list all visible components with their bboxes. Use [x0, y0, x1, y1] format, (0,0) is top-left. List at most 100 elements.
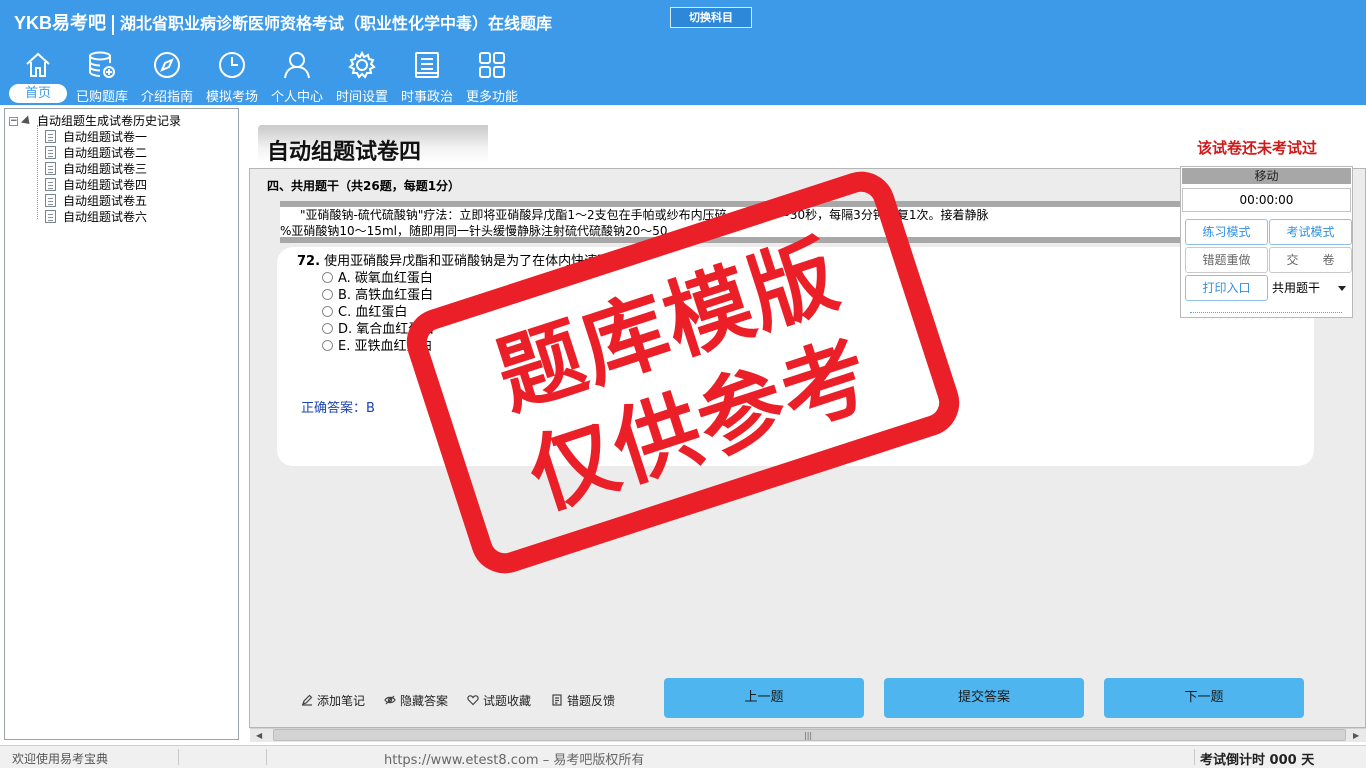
brand: YKB易考吧 湖北省职业病诊断医师资格考试（职业性化学中毒）在线题库: [14, 9, 552, 35]
heart-icon: [467, 695, 479, 706]
favorite-label: 试题收藏: [483, 694, 532, 708]
tree-item-label: 自动组题试卷三: [63, 162, 148, 176]
hide-answer-link[interactable]: 隐藏答案: [384, 692, 448, 709]
switch-subject-button[interactable]: 切换科目: [670, 7, 752, 28]
document-icon: [45, 210, 56, 223]
exam-timer: 00:00:00: [1182, 188, 1351, 212]
tree-item-label: 自动组题试卷六: [63, 210, 148, 224]
add-note-link[interactable]: 添加笔记: [301, 692, 365, 709]
status-copyright: https://www.etest8.com – 易考吧版权所有: [384, 753, 645, 768]
question-type-select[interactable]: 共用题干: [1269, 276, 1352, 300]
tree-item-paper-2[interactable]: 自动组题试卷二: [45, 144, 147, 160]
nav-guide[interactable]: 介绍指南: [136, 48, 198, 106]
feedback-label: 错题反馈: [567, 694, 616, 708]
tree-item-paper-1[interactable]: 自动组题试卷一: [45, 128, 147, 144]
nav-more-functions[interactable]: 更多功能: [461, 48, 523, 106]
question-type-value: 共用题干: [1272, 281, 1321, 295]
tree-collapse-icon[interactable]: −: [9, 117, 18, 126]
option-b[interactable]: B. 高铁血红蛋白: [322, 284, 433, 303]
eye-slash-icon: [384, 695, 396, 705]
document-icon: [45, 162, 56, 175]
prev-question-button[interactable]: 上一题: [664, 678, 864, 718]
add-note-label: 添加笔记: [317, 694, 366, 708]
redo-wrong-button[interactable]: 错题重做: [1185, 247, 1268, 273]
grid-icon: [479, 52, 505, 78]
radio-button[interactable]: [322, 289, 333, 300]
radio-button[interactable]: [322, 340, 333, 351]
status-bar: 欢迎使用易考宝典 https://www.etest8.com – 易考吧版权所…: [0, 745, 1366, 768]
favorite-link[interactable]: 试题收藏: [467, 692, 531, 709]
feedback-icon: [552, 694, 562, 706]
status-welcome: 欢迎使用易考宝典: [12, 752, 109, 766]
app-title: 湖北省职业病诊断医师资格考试（职业性化学中毒）在线题库: [120, 14, 553, 33]
nav-purchased-banks[interactable]: 已购题库: [71, 48, 133, 106]
tree-item-paper-5[interactable]: 自动组题试卷五: [45, 192, 147, 208]
radio-button[interactable]: [322, 272, 333, 283]
radio-button[interactable]: [322, 323, 333, 334]
status-divider: [266, 749, 267, 765]
scroll-right-icon[interactable]: ▶: [1353, 731, 1359, 740]
nav-personal-label: 个人中心: [270, 90, 323, 105]
submit-answer-button[interactable]: 提交答案: [884, 678, 1084, 718]
brand-divider: [112, 14, 115, 35]
gear-icon: [348, 50, 376, 79]
app-header: YKB易考吧 湖北省职业病诊断医师资格考试（职业性化学中毒）在线题库 切换科目 首…: [0, 0, 1366, 105]
tree-item-label: 自动组题试卷五: [63, 194, 148, 208]
nav-personal-center[interactable]: 个人中心: [266, 48, 328, 106]
section-heading: 四、共用题干（共26题，每题1分）: [267, 179, 461, 193]
nav-mock-exam[interactable]: 模拟考场: [201, 48, 263, 106]
tree-item-label: 自动组题试卷二: [63, 146, 148, 160]
hide-answer-label: 隐藏答案: [400, 694, 449, 708]
history-tree-panel: − 自动组题生成试卷历史记录 自动组题试卷一 自动组题试卷二 自动组题试卷三 自动…: [4, 108, 239, 740]
news-icon: [415, 52, 439, 78]
tree-item-paper-3[interactable]: 自动组题试卷三: [45, 160, 147, 176]
pencil-icon: [302, 694, 313, 706]
tree-item-label: 自动组题试卷一: [63, 130, 148, 144]
nav-current-affairs-label: 时事政治: [400, 90, 453, 105]
exam-mode-button[interactable]: 考试模式: [1269, 219, 1352, 245]
chevron-down-icon: [1338, 286, 1346, 291]
panel-move-handle[interactable]: 移动: [1182, 168, 1351, 184]
next-question-button[interactable]: 下一题: [1104, 678, 1304, 718]
feedback-link[interactable]: 错题反馈: [551, 692, 615, 709]
nav-current-affairs[interactable]: 时事政治: [396, 48, 458, 106]
clock-icon: [219, 52, 245, 78]
nav-time-settings-label: 时间设置: [335, 90, 388, 105]
home-icon: [26, 52, 50, 77]
tree-root[interactable]: − 自动组题生成试卷历史记录: [9, 112, 181, 129]
tree-item-label: 自动组题试卷四: [63, 178, 148, 192]
question-number: 72.: [297, 254, 321, 269]
tree-root-label: 自动组题生成试卷历史记录: [37, 114, 182, 128]
panel-divider: [1190, 312, 1342, 313]
document-icon: [45, 130, 56, 143]
option-a[interactable]: A. 碳氧血红蛋白: [322, 267, 433, 286]
nav-more-label: 更多功能: [465, 90, 518, 105]
print-entry-button[interactable]: 打印入口: [1185, 275, 1268, 301]
user-icon: [284, 52, 310, 79]
nav-purchased-label: 已购题库: [75, 90, 128, 105]
status-divider: [178, 749, 179, 765]
compass-icon: [154, 52, 180, 78]
tree-guide-line: [37, 125, 38, 219]
paper-title: 自动组题试卷四: [267, 140, 422, 165]
exam-countdown: 考试倒计时 000 天: [1200, 753, 1315, 768]
radio-button[interactable]: [322, 306, 333, 317]
tree-item-paper-6[interactable]: 自动组题试卷六: [45, 208, 147, 224]
document-icon: [45, 146, 56, 159]
nav-guide-label: 介绍指南: [140, 90, 193, 105]
option-c[interactable]: C. 血红蛋白: [322, 301, 407, 320]
nav-time-settings[interactable]: 时间设置: [331, 48, 393, 106]
scroll-left-icon[interactable]: ◀: [256, 731, 262, 740]
database-icon: [89, 51, 115, 78]
correct-answer: 正确答案：B: [301, 401, 375, 416]
document-icon: [45, 194, 56, 207]
tree-item-paper-4[interactable]: 自动组题试卷四: [45, 176, 147, 192]
tree-folder-arrow-icon: [20, 115, 34, 128]
paper-status: 该试卷还未考试过: [1197, 139, 1318, 157]
nav-home-label: 首页: [9, 84, 67, 103]
practice-mode-button[interactable]: 练习模式: [1185, 219, 1268, 245]
status-divider: [1194, 749, 1195, 765]
nav-home[interactable]: 首页: [7, 48, 69, 106]
nav-mock-exam-label: 模拟考场: [205, 90, 258, 105]
submit-paper-button[interactable]: 交 卷: [1269, 247, 1352, 273]
